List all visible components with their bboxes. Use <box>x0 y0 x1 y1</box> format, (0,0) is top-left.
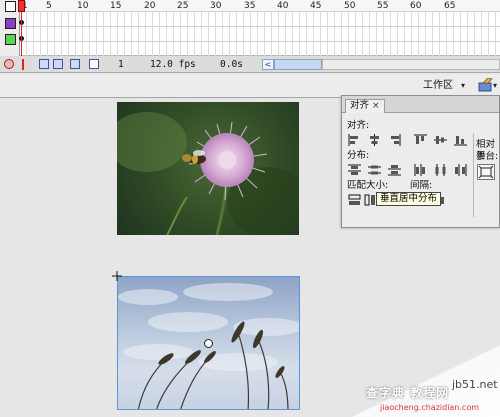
layer-color-icon[interactable] <box>5 18 16 29</box>
frame-grid[interactable] <box>20 12 500 56</box>
distribute-bottom-icon[interactable] <box>388 164 401 176</box>
center-frame-icon[interactable] <box>39 59 49 69</box>
ruler-number: 30 <box>210 1 222 11</box>
ruler-number: 60 <box>410 1 422 11</box>
elapsed-time: 0.0s <box>220 59 243 70</box>
bee <box>182 150 206 164</box>
ruler-number: 40 <box>277 1 289 11</box>
align-left-edge-icon[interactable] <box>348 134 361 146</box>
align-top-edge-icon[interactable] <box>414 134 427 146</box>
align-to-stage-toggle[interactable] <box>477 164 495 180</box>
watermark-url: jiaocheng.chazidian.com <box>380 403 480 412</box>
align-bottom-edge-icon[interactable] <box>454 134 467 146</box>
align-vertical-center-icon[interactable] <box>434 134 447 146</box>
onion-skin-icon[interactable] <box>53 59 63 69</box>
distribute-top-icon[interactable] <box>348 164 361 176</box>
flower-illustration <box>117 112 299 235</box>
timeline[interactable]: 1 5 10 15 20 25 30 35 40 45 50 55 60 65 <box>0 0 500 56</box>
layer-column <box>0 0 20 56</box>
distribute-right-icon[interactable] <box>454 164 467 176</box>
onion-outline-icon[interactable] <box>70 59 80 69</box>
ruler-number: 20 <box>144 1 156 11</box>
align-horizontal-center-icon[interactable] <box>368 134 381 146</box>
chevron-down-icon[interactable]: ▾ <box>493 79 497 93</box>
transform-point[interactable] <box>204 339 213 348</box>
stage-frame-icon <box>478 165 494 179</box>
scrollbar-thumb[interactable] <box>274 59 322 70</box>
ruler-number: 25 <box>177 1 189 11</box>
frame-row-divider <box>20 41 500 42</box>
playhead-marker-icon <box>22 59 24 70</box>
panel-tab-bar: 对齐 × <box>342 96 499 113</box>
scrollbar-track[interactable] <box>322 59 500 70</box>
ruler-number: 50 <box>344 1 356 11</box>
ruler-number: 35 <box>244 1 256 11</box>
stage-label: 舞台: <box>476 151 499 162</box>
playhead[interactable] <box>18 0 25 12</box>
close-icon[interactable]: × <box>372 101 380 111</box>
spacing-label: 间隔: <box>410 180 433 191</box>
frame-rate[interactable]: 12.0 fps <box>150 58 196 71</box>
tab-align[interactable]: 对齐 × <box>345 99 385 113</box>
watermark-site: jb51.net <box>452 378 498 391</box>
distribute-horizontal-center-icon[interactable] <box>434 164 447 176</box>
frame-row-divider <box>20 26 500 27</box>
frame-ruler[interactable]: 1 5 10 15 20 25 30 35 40 45 50 55 60 65 <box>20 0 500 12</box>
ruler-number: 55 <box>377 1 389 11</box>
tab-align-label: 对齐 <box>350 100 370 111</box>
edit-multiple-frames-icon[interactable] <box>89 59 99 69</box>
watermark-text: 查字典 教程网 <box>366 386 450 400</box>
ruler-number: 15 <box>110 1 122 11</box>
align-right-edge-icon[interactable] <box>388 134 401 146</box>
layer-color-icon[interactable] <box>5 34 16 45</box>
ruler-number: 10 <box>77 1 89 11</box>
edit-scene-icon[interactable] <box>478 78 494 92</box>
distribute-left-icon[interactable] <box>414 164 427 176</box>
registration-crosshair-icon <box>112 271 122 281</box>
layer-outline-icon[interactable] <box>5 1 16 12</box>
distribute-section-label: 分布: <box>347 150 370 161</box>
add-layer-icon[interactable] <box>4 59 14 69</box>
ruler-number: 5 <box>46 1 52 11</box>
panel-divider <box>473 133 474 217</box>
ruler-number: 45 <box>310 1 322 11</box>
tooltip: 垂直居中分布 <box>376 192 442 206</box>
match-size-label: 匹配大小: <box>347 180 389 191</box>
distribute-vertical-center-icon[interactable] <box>368 164 381 176</box>
current-frame: 1 <box>118 59 124 70</box>
align-panel: 对齐 × 对齐: 分布: 匹配大小: 间隔: 相对于 舞台: <box>341 95 500 228</box>
match-width-icon[interactable] <box>348 194 361 206</box>
chevron-down-icon[interactable]: ▾ <box>461 79 465 93</box>
ruler-number: 65 <box>444 1 456 11</box>
scroll-left-button[interactable]: < <box>262 59 274 70</box>
align-section-label: 对齐: <box>347 120 370 131</box>
workspace-menu-button[interactable]: 工作区 <box>420 78 456 94</box>
flower-bee-photo[interactable] <box>117 102 299 235</box>
timeline-status-bar: 1 12.0 fps 0.0s < <box>0 56 500 73</box>
